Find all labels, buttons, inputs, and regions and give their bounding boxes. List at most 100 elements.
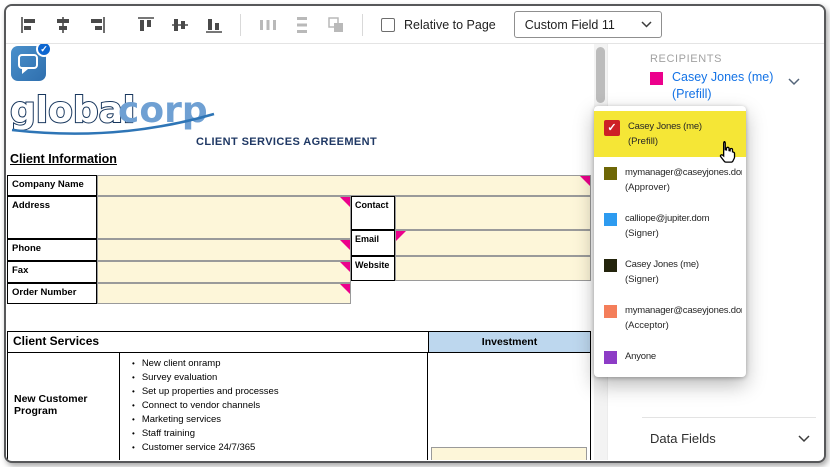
- bullet-icon: •: [132, 427, 135, 441]
- distribute-vertical-icon: [293, 16, 311, 34]
- recipient-name: Casey Jones (me): [625, 257, 699, 272]
- sidebar-divider: [642, 417, 816, 418]
- field-assignee-marker-icon: [340, 197, 350, 207]
- align-top-button[interactable]: [133, 12, 158, 37]
- check-badge-icon: ✓: [36, 44, 52, 57]
- align-right-button[interactable]: [84, 12, 109, 37]
- recipient-name: Anyone: [625, 349, 656, 364]
- recipient-name: mymanager@caseyjones.dom: [625, 303, 742, 318]
- field-assignee-marker-icon: [396, 231, 406, 241]
- field-template-value: Custom Field 11: [525, 18, 615, 32]
- form-label-contact: Contact: [351, 196, 395, 230]
- form-label-fax: Fax: [7, 261, 97, 283]
- selected-recipient[interactable]: Casey Jones (me) (Prefill): [650, 69, 816, 103]
- scrollbar-thumb[interactable]: [596, 47, 605, 103]
- list-item: •Customer service 24/7/365: [132, 441, 427, 455]
- dropdown-item-signer-calliope[interactable]: calliope@jupiter.dom (Signer): [594, 203, 746, 249]
- recipient-color-swatch: [604, 351, 617, 364]
- dropdown-item-acceptor[interactable]: mymanager@caseyjones.dom (Acceptor): [594, 295, 746, 341]
- logo-text-global: global: [10, 90, 135, 131]
- client-services-header: Client Services: [7, 331, 429, 353]
- form-field-company-name[interactable]: [97, 175, 591, 196]
- form-label-order-number: Order Number: [7, 283, 97, 304]
- dropdown-item-anyone[interactable]: Anyone: [594, 341, 746, 372]
- recipient-color-swatch: [604, 213, 617, 226]
- list-item: •Survey evaluation: [132, 371, 427, 385]
- bullet-icon: •: [132, 385, 135, 399]
- recipient-color-swatch: [650, 72, 663, 85]
- align-middle-button[interactable]: [167, 12, 192, 37]
- form-field-fax[interactable]: [97, 261, 351, 283]
- distribute-horizontal-button[interactable]: [255, 12, 280, 37]
- form-field-phone[interactable]: [97, 239, 351, 261]
- bullet-icon: •: [132, 399, 135, 413]
- align-right-icon: [88, 16, 106, 34]
- recipient-role: (Signer): [625, 226, 709, 241]
- field-template-select[interactable]: Custom Field 11: [514, 11, 662, 38]
- cursor-hand-icon: [714, 139, 740, 172]
- form-label-company-name: Company Name: [7, 175, 97, 196]
- new-customer-program-label: New Customer Program: [8, 353, 120, 460]
- form-field-address[interactable]: [97, 196, 351, 239]
- field-assignee-marker-icon: [580, 176, 590, 186]
- form-field-order-number[interactable]: [97, 283, 351, 304]
- bullet-icon: •: [132, 413, 135, 427]
- checkbox-box[interactable]: [381, 18, 395, 32]
- data-fields-section[interactable]: Data Fields: [650, 431, 810, 446]
- align-center-icon: [54, 16, 72, 34]
- form-field-investment[interactable]: [431, 447, 587, 460]
- recipient-role: (Signer): [625, 272, 699, 287]
- client-information-heading: Client Information: [10, 152, 117, 166]
- relative-to-page-checkbox[interactable]: Relative to Page: [381, 18, 496, 32]
- match-size-icon: [327, 16, 345, 34]
- chevron-down-icon: [798, 435, 810, 443]
- form-label-phone: Phone: [7, 239, 97, 261]
- align-left-button[interactable]: [16, 12, 41, 37]
- chevron-down-icon: [788, 78, 800, 86]
- recipient-name: calliope@jupiter.dom: [625, 211, 709, 226]
- align-middle-icon: [171, 16, 189, 34]
- form-field-website[interactable]: [395, 256, 591, 281]
- recipient-color-swatch: [604, 305, 617, 318]
- form-label-address: Address: [7, 196, 97, 239]
- toolbar-separator: [362, 14, 363, 36]
- data-fields-label: Data Fields: [650, 431, 716, 446]
- align-left-icon: [20, 16, 38, 34]
- field-assignee-marker-icon: [340, 262, 350, 272]
- list-item: •New client onramp: [132, 357, 427, 371]
- prefill-field-type-icon[interactable]: ✓: [11, 46, 46, 81]
- investment-header: Investment: [429, 331, 591, 353]
- stamp-field-icon: [18, 54, 38, 69]
- app-window: Relative to Page Custom Field 11 ✓ globa…: [4, 4, 826, 463]
- recipient-role: (Acceptor): [625, 318, 742, 333]
- bullet-icon: •: [132, 441, 135, 455]
- form-field-contact[interactable]: [395, 196, 591, 230]
- recipient-role: (Prefill): [628, 134, 702, 149]
- align-bottom-icon: [205, 16, 223, 34]
- match-size-button[interactable]: [323, 12, 348, 37]
- form-field-email[interactable]: [395, 230, 591, 256]
- distribute-horizontal-icon: [259, 16, 277, 34]
- list-item: •Staff training: [132, 427, 427, 441]
- align-bottom-button[interactable]: [201, 12, 226, 37]
- align-horizontal-group: [16, 12, 109, 37]
- dropdown-item-prefill[interactable]: ✓ Casey Jones (me) (Prefill): [594, 111, 746, 157]
- document-canvas: ✓ global corp CLIENT SERVICES AGREEMENT …: [6, 44, 594, 460]
- field-assignee-marker-icon: [340, 284, 350, 294]
- bullet-icon: •: [132, 357, 135, 371]
- chevron-down-icon: [641, 21, 652, 28]
- recipients-header: RECIPIENTS: [650, 53, 722, 65]
- recipient-color-swatch: [604, 259, 617, 272]
- relative-to-page-label: Relative to Page: [404, 18, 496, 32]
- toolbar: Relative to Page Custom Field 11: [6, 6, 824, 44]
- dropdown-item-signer-casey[interactable]: Casey Jones (me) (Signer): [594, 249, 746, 295]
- distribute-group: [255, 12, 348, 37]
- services-bullet-list: •New client onramp •Survey evaluation •S…: [120, 353, 428, 460]
- field-assignee-marker-icon: [340, 240, 350, 250]
- distribute-vertical-button[interactable]: [289, 12, 314, 37]
- recipient-dropdown-menu: ✓ Casey Jones (me) (Prefill) mymanager@c…: [594, 106, 746, 377]
- globalcorp-logo: global corp: [8, 88, 223, 144]
- form-label-website: Website: [351, 256, 395, 281]
- list-item: •Connect to vendor channels: [132, 399, 427, 413]
- align-center-button[interactable]: [50, 12, 75, 37]
